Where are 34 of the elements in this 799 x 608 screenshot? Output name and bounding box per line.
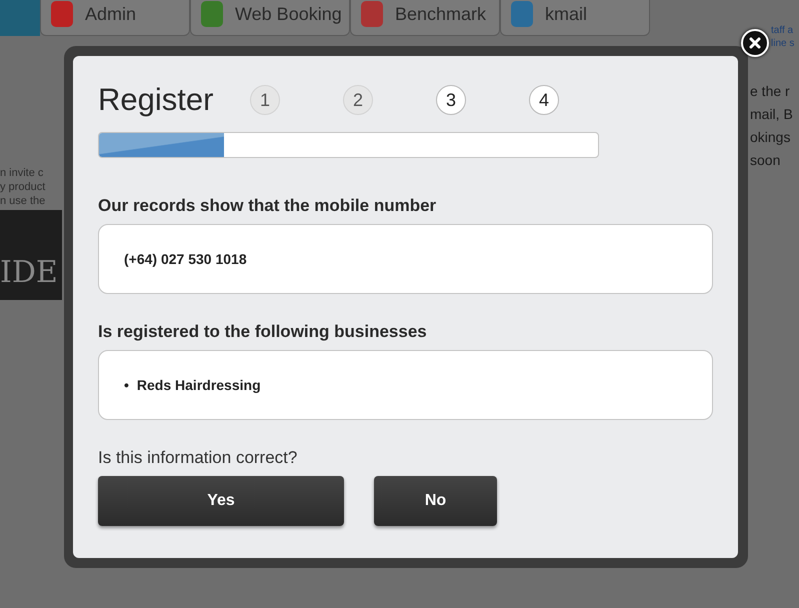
step-indicator: 4 xyxy=(529,85,559,115)
body-text: mail, B xyxy=(750,105,793,124)
close-icon xyxy=(749,37,761,49)
body-text: soon xyxy=(750,151,782,170)
section-heading: Is registered to the following businesses xyxy=(98,322,428,342)
staff-link[interactable]: line s xyxy=(771,37,794,50)
body-text: e the r xyxy=(750,82,791,101)
business-name: Reds Hairdressing xyxy=(136,376,261,394)
answer-button[interactable]: Yes xyxy=(98,476,344,526)
step-indicator: 3 xyxy=(436,85,466,115)
app-tile[interactable]: Web Booking xyxy=(190,0,350,36)
mobile-number: (+64) 027 530 1018 xyxy=(124,251,248,267)
bullet: • xyxy=(124,376,129,394)
body-text: okings xyxy=(750,128,792,147)
app-tile[interactable]: Benchmark xyxy=(350,0,500,36)
banner: IDE xyxy=(0,210,62,300)
step-indicator: 2 xyxy=(343,85,373,115)
app-tile[interactable]: kmail xyxy=(500,0,650,36)
app-icon xyxy=(361,1,383,27)
staff-link[interactable]: taff a xyxy=(771,24,794,37)
header-strip xyxy=(0,0,40,36)
intro-text: n use the xyxy=(0,194,46,208)
intro-text: y product xyxy=(0,180,46,194)
dialog-title: Register xyxy=(98,82,214,118)
step-indicator: 1 xyxy=(250,85,280,115)
app-icon xyxy=(511,1,533,27)
app-icon xyxy=(51,1,73,27)
app-tile[interactable]: Admin xyxy=(40,0,190,36)
intro-text: n invite c xyxy=(0,166,44,180)
close-button[interactable] xyxy=(741,29,769,57)
answer-button[interactable]: No xyxy=(374,476,497,526)
section-heading: Our records show that the mobile number xyxy=(98,196,438,216)
question-text: Is this information correct? xyxy=(98,448,298,468)
app-icon xyxy=(201,1,223,27)
